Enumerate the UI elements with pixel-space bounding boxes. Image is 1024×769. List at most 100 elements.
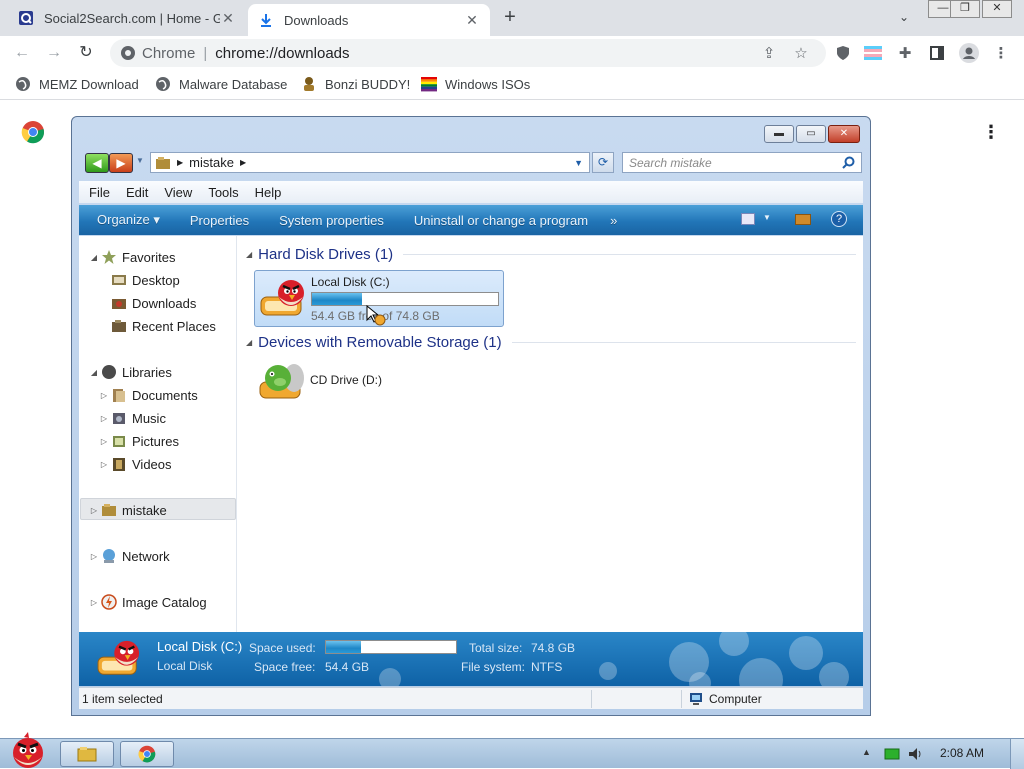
extensions-puzzle-icon[interactable]: ✚ — [894, 42, 916, 64]
menu-kebab-icon[interactable]: ⋮ — [990, 42, 1012, 64]
tab-search-chevron-icon[interactable]: ⌄ — [896, 10, 912, 26]
expand-icon[interactable]: ▷ — [99, 437, 109, 446]
explorer-search-input[interactable]: Search mistake — [622, 152, 862, 173]
side-panel-icon[interactable] — [926, 42, 948, 64]
content-pane: ◢ Hard Disk Drives (1) Local Disk (C:) 5… — [238, 236, 863, 632]
help-icon[interactable]: ? — [831, 211, 847, 227]
group-header-removable[interactable]: ◢ Devices with Removable Storage (1) — [246, 334, 856, 351]
explorer-back-icon[interactable]: ◀ — [85, 153, 109, 173]
refresh-icon[interactable]: ⟳ — [592, 152, 614, 173]
nav-desktop[interactable]: Desktop — [109, 272, 180, 288]
nav-mistake[interactable]: ▷ mistake — [89, 502, 167, 518]
group-divider — [511, 342, 856, 343]
taskbar: ▲ 2:08 AM — [0, 732, 1024, 769]
drive-c-tile[interactable]: Local Disk (C:) 54.4 GB free of 74.8 GB — [254, 270, 504, 327]
collapse-icon[interactable]: ◢ — [89, 253, 99, 262]
expand-icon[interactable]: ▷ — [89, 598, 99, 607]
view-dropdown-icon[interactable]: ▼ — [763, 213, 771, 222]
menu-help[interactable]: Help — [255, 185, 282, 200]
bookmarks-bar: MEMZ Download Malware Database Bonzi BUD… — [0, 70, 1024, 100]
share-icon[interactable]: ⇪ — [758, 42, 780, 64]
collapse-icon[interactable]: ◢ — [246, 338, 252, 347]
drive-d-tile[interactable]: CD Drive (D:) — [254, 356, 504, 408]
bookmark-star-icon[interactable]: ☆ — [790, 42, 812, 64]
expand-icon[interactable]: ▷ — [89, 506, 99, 515]
collapse-icon[interactable]: ◢ — [89, 368, 99, 377]
forward-arrow-icon[interactable]: → — [42, 41, 66, 65]
back-arrow-icon[interactable]: ← — [10, 41, 34, 65]
volume-icon[interactable] — [908, 747, 924, 761]
bookmark-windows-isos[interactable]: Windows ISOs — [421, 76, 530, 92]
social2search-favicon-icon — [19, 11, 33, 25]
nav-downloads[interactable]: Downloads — [109, 295, 196, 311]
breadcrumb[interactable]: mistake — [189, 155, 234, 170]
decor-bubble — [739, 658, 783, 686]
collapse-icon[interactable]: ◢ — [246, 250, 252, 259]
close-tab-icon[interactable]: ✕ — [220, 10, 236, 26]
expand-icon[interactable]: ▷ — [99, 414, 109, 423]
system-properties-button[interactable]: System properties — [279, 213, 384, 228]
space-used-fill — [326, 641, 362, 653]
group-header-hard-disks[interactable]: ◢ Hard Disk Drives (1) — [246, 246, 856, 263]
properties-button[interactable]: Properties — [190, 213, 249, 228]
decor-bubble — [719, 632, 749, 656]
taskbar-explorer-button[interactable] — [60, 741, 114, 767]
breadcrumb-chevron-icon[interactable]: ▶ — [177, 158, 183, 167]
clock[interactable]: 2:08 AM — [940, 746, 984, 760]
explorer-address-bar[interactable]: ▶ mistake ▶ ▼ — [150, 152, 590, 173]
flag-extension-icon[interactable] — [862, 42, 884, 64]
bookmark-memz[interactable]: MEMZ Download — [15, 76, 139, 92]
nav-videos[interactable]: ▷ Videos — [99, 456, 172, 472]
close-window-button[interactable]: ✕ — [982, 0, 1012, 18]
network-status-icon[interactable] — [884, 748, 900, 760]
address-dropdown-icon[interactable]: ▼ — [574, 158, 583, 168]
nav-recent-places[interactable]: Recent Places — [109, 318, 216, 334]
expand-icon[interactable]: ▷ — [99, 391, 109, 400]
taskbar-chrome-button[interactable] — [120, 741, 174, 767]
address-bar[interactable]: Chrome | chrome://downloads — [110, 39, 826, 67]
new-tab-button[interactable]: + — [498, 6, 522, 30]
show-desktop-button[interactable] — [1010, 739, 1024, 769]
organize-button[interactable]: Organize ▾ — [97, 212, 160, 228]
ublock-shield-icon[interactable] — [832, 42, 854, 64]
close-tab-icon[interactable]: ✕ — [464, 12, 480, 28]
profile-avatar-icon[interactable] — [958, 42, 980, 64]
nav-favorites[interactable]: ◢ Favorites — [89, 249, 176, 265]
bookmark-label: Windows ISOs — [445, 76, 531, 92]
menu-edit[interactable]: Edit — [126, 185, 148, 200]
reload-icon[interactable]: ↻ — [74, 41, 98, 65]
menu-file[interactable]: File — [89, 185, 110, 200]
nav-music[interactable]: ▷ Music — [99, 410, 166, 426]
status-divider — [681, 690, 682, 708]
restore-button[interactable]: ❐ — [950, 0, 980, 18]
nav-network[interactable]: ▷ Network — [89, 548, 170, 564]
explorer-forward-icon[interactable]: ▶ — [109, 153, 133, 173]
menu-tools[interactable]: Tools — [208, 185, 238, 200]
nav-label: Desktop — [132, 272, 180, 288]
nav-documents[interactable]: ▷ Documents — [99, 387, 198, 403]
preview-pane-icon[interactable] — [795, 214, 811, 225]
explorer-maximize-button[interactable]: ▭ — [796, 125, 826, 143]
uninstall-program-button[interactable]: Uninstall or change a program — [414, 213, 588, 228]
command-bar: Organize ▾ Properties System properties … — [79, 205, 863, 235]
breadcrumb-chevron-icon[interactable]: ▶ — [240, 158, 246, 167]
nav-pictures[interactable]: ▷ Pictures — [99, 433, 179, 449]
expand-icon[interactable]: ▷ — [89, 552, 99, 561]
downloads-menu-icon[interactable]: ⋮ — [982, 122, 1000, 142]
tab-downloads[interactable]: Downloads ✕ — [248, 4, 490, 36]
menu-view[interactable]: View — [164, 185, 192, 200]
tab-social2search[interactable]: Social2Search.com | Home - G ✕ — [8, 0, 246, 36]
nav-libraries[interactable]: ◢ Libraries — [89, 364, 172, 380]
explorer-minimize-button[interactable]: ▬ — [764, 125, 794, 143]
recent-pages-chevron-icon[interactable]: ▼ — [136, 156, 144, 165]
more-commands-button[interactable]: » — [610, 213, 617, 228]
nav-label: Music — [132, 410, 166, 426]
nav-image-catalog[interactable]: ▷ Image Catalog — [89, 594, 207, 610]
show-hidden-icons-chevron-icon[interactable]: ▲ — [862, 747, 871, 757]
explorer-close-button[interactable]: ✕ — [828, 125, 860, 143]
change-view-icon[interactable] — [741, 213, 755, 225]
expand-icon[interactable]: ▷ — [99, 460, 109, 469]
bookmark-bonzi[interactable]: Bonzi BUDDY! — [301, 76, 410, 92]
start-angry-bird-icon[interactable] — [2, 731, 52, 769]
bookmark-malware-db[interactable]: Malware Database — [155, 76, 287, 92]
